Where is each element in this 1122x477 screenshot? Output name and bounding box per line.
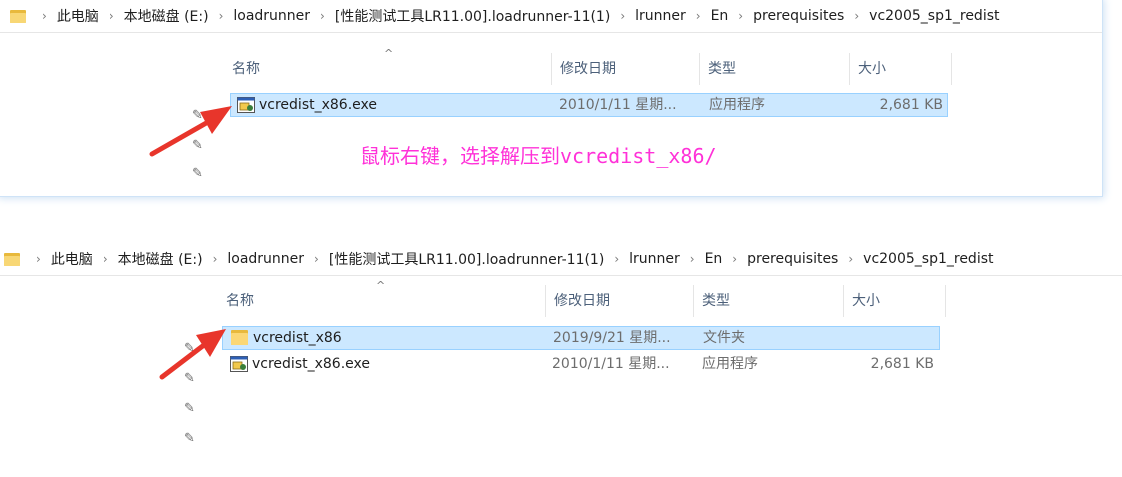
chevron-right-icon[interactable]: › bbox=[306, 252, 327, 266]
chevron-right-icon: › bbox=[42, 9, 47, 23]
breadcrumb-item[interactable]: loadrunner bbox=[225, 251, 306, 267]
folder-icon bbox=[10, 9, 26, 23]
breadcrumb-item[interactable]: 此电脑 bbox=[49, 249, 95, 269]
chevron-right-icon[interactable]: › bbox=[682, 252, 703, 266]
chevron-right-icon[interactable]: › bbox=[211, 9, 232, 23]
breadcrumb-item[interactable]: vc2005_sp1_redist bbox=[861, 251, 995, 267]
folder-icon bbox=[4, 252, 20, 266]
file-modified: 2010/1/11 星期... bbox=[559, 97, 677, 113]
annotation-text: 鼠标右键，选择解压到vcredist_x86/ bbox=[360, 144, 717, 168]
column-header: 名称 修改日期 类型 大小 bbox=[218, 285, 946, 317]
breadcrumb-item[interactable]: lrunner bbox=[627, 251, 682, 267]
breadcrumb-item[interactable]: 本地磁盘 (E:) bbox=[116, 249, 205, 269]
chevron-right-icon[interactable]: › bbox=[606, 252, 627, 266]
file-name[interactable]: vcredist_x86.exe bbox=[259, 94, 377, 116]
chevron-right-icon[interactable]: › bbox=[846, 9, 867, 23]
arrow-annotation-icon bbox=[159, 329, 226, 380]
file-name[interactable]: vcredist_x86 bbox=[253, 327, 342, 349]
column-header-size[interactable]: 大小 bbox=[850, 53, 952, 85]
breadcrumb-item[interactable]: 此电脑 bbox=[55, 6, 101, 26]
pin-icon[interactable]: ✎ bbox=[184, 431, 195, 446]
column-header-size[interactable]: 大小 bbox=[844, 285, 946, 317]
explorer-panel-after: › 此电脑 › 本地磁盘 (E:) › loadrunner › [性能测试工具… bbox=[0, 243, 1122, 477]
file-type: 文件夹 bbox=[703, 330, 745, 346]
breadcrumb-item[interactable]: lrunner bbox=[633, 8, 688, 24]
column-header-name[interactable]: 名称 bbox=[218, 285, 546, 317]
chevron-right-icon[interactable]: › bbox=[724, 252, 745, 266]
folder-row[interactable]: vcredist_x86 2019/9/21 星期... 文件夹 bbox=[222, 326, 940, 350]
address-bar[interactable]: › 此电脑 › 本地磁盘 (E:) › loadrunner › [性能测试工具… bbox=[0, 243, 1122, 276]
file-type: 应用程序 bbox=[709, 97, 765, 113]
column-header: 名称 修改日期 类型 大小 bbox=[224, 53, 952, 85]
file-row[interactable]: vcredist_x86.exe 2010/1/11 星期... 应用程序 2,… bbox=[230, 93, 948, 117]
breadcrumb-item[interactable]: En bbox=[703, 251, 725, 267]
column-header-modified[interactable]: 修改日期 bbox=[552, 53, 700, 85]
file-size: 2,681 KB bbox=[879, 97, 943, 113]
breadcrumb-item[interactable]: 本地磁盘 (E:) bbox=[122, 6, 211, 26]
breadcrumb-item[interactable]: prerequisites bbox=[751, 8, 846, 24]
folder-icon bbox=[231, 330, 248, 345]
file-size: 2,681 KB bbox=[870, 356, 934, 372]
chevron-right-icon[interactable]: › bbox=[730, 9, 751, 23]
column-header-type[interactable]: 类型 bbox=[700, 53, 850, 85]
chevron-right-icon[interactable]: › bbox=[312, 9, 333, 23]
exe-icon bbox=[230, 356, 248, 372]
column-header-modified[interactable]: 修改日期 bbox=[546, 285, 694, 317]
chevron-right-icon[interactable]: › bbox=[840, 252, 861, 266]
column-header-name[interactable]: 名称 bbox=[224, 53, 552, 85]
address-bar[interactable]: › 此电脑 › 本地磁盘 (E:) › loadrunner › [性能测试工具… bbox=[0, 0, 1102, 33]
chevron-right-icon[interactable]: › bbox=[688, 9, 709, 23]
file-row[interactable]: vcredist_x86.exe 2010/1/11 星期... 应用程序 2,… bbox=[222, 353, 940, 377]
file-modified: 2019/9/21 星期... bbox=[553, 330, 671, 346]
breadcrumb-item[interactable]: [性能测试工具LR11.00].loadrunner-11(1) bbox=[327, 249, 606, 269]
breadcrumb-item[interactable]: prerequisites bbox=[745, 251, 840, 267]
pin-icon[interactable]: ✎ bbox=[192, 166, 203, 181]
explorer-panel-before: › 此电脑 › 本地磁盘 (E:) › loadrunner › [性能测试工具… bbox=[0, 0, 1102, 196]
breadcrumb-item[interactable]: vc2005_sp1_redist bbox=[867, 8, 1001, 24]
chevron-right-icon[interactable]: › bbox=[101, 9, 122, 23]
file-size bbox=[849, 327, 935, 349]
chevron-right-icon: › bbox=[36, 252, 41, 266]
chevron-right-icon[interactable]: › bbox=[612, 9, 633, 23]
arrow-annotation-icon bbox=[149, 106, 232, 157]
file-type: 应用程序 bbox=[702, 356, 758, 372]
breadcrumb-item[interactable]: loadrunner bbox=[231, 8, 312, 24]
breadcrumb-item[interactable]: [性能测试工具LR11.00].loadrunner-11(1) bbox=[333, 6, 612, 26]
breadcrumb-item[interactable]: En bbox=[709, 8, 731, 24]
chevron-right-icon[interactable]: › bbox=[95, 252, 116, 266]
file-modified: 2010/1/11 星期... bbox=[552, 356, 670, 372]
file-name[interactable]: vcredist_x86.exe bbox=[252, 353, 370, 375]
exe-icon bbox=[237, 97, 255, 113]
chevron-right-icon[interactable]: › bbox=[205, 252, 226, 266]
pin-icon[interactable]: ✎ bbox=[184, 401, 195, 416]
column-header-type[interactable]: 类型 bbox=[694, 285, 844, 317]
